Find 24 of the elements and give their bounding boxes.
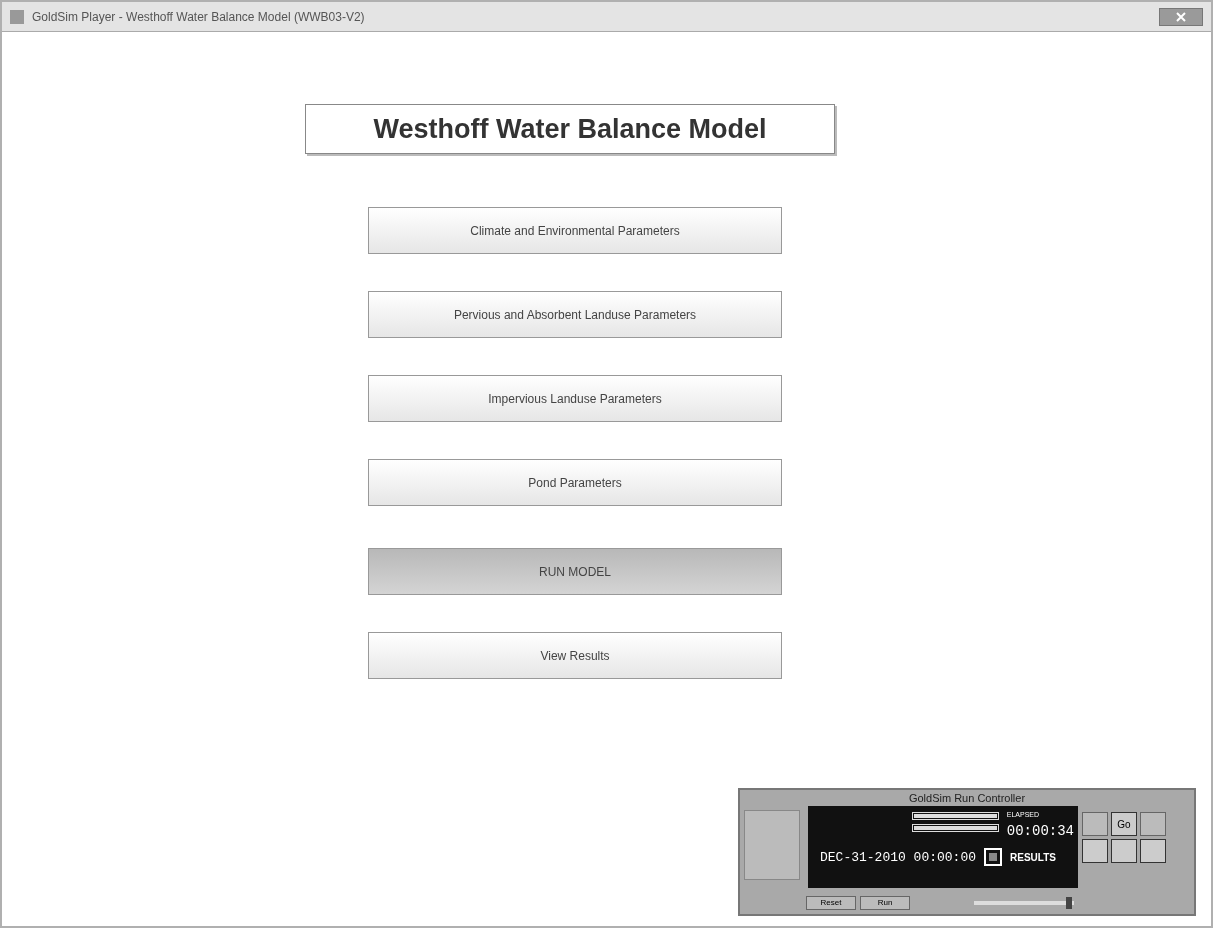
menu-button[interactable]: View Results (368, 632, 782, 679)
menu-button[interactable]: Pervious and Absorbent Landuse Parameters (368, 291, 782, 338)
status-text: RESULTS (1010, 850, 1056, 865)
speed-slider-thumb[interactable] (1066, 897, 1072, 909)
toolbar-button[interactable] (1082, 839, 1108, 863)
menu-button[interactable]: Pond Parameters (368, 459, 782, 506)
window-title: GoldSim Player - Westhoff Water Balance Model (WWB03-V2) (32, 8, 365, 26)
menu-button[interactable]: Impervious Landuse Parameters (368, 375, 782, 422)
stop-icon (984, 848, 1003, 867)
elapsed-time: 00:00:34 (1006, 821, 1074, 841)
app-icon (10, 9, 24, 24)
simulation-time: DEC-31-2010 00:00:00 (820, 848, 977, 867)
toolbar-button[interactable] (1140, 839, 1166, 863)
controller-button[interactable]: Run (860, 896, 910, 910)
heading: Westhoff Water Balance Model (305, 104, 835, 154)
toolbar-button[interactable] (1111, 839, 1137, 863)
logo-drawing (744, 810, 800, 880)
go-button[interactable]: Go (1111, 812, 1137, 836)
run-controller-title: GoldSim Run Controller (907, 791, 1027, 806)
close-icon (1176, 11, 1186, 22)
menu-button[interactable]: RUN MODEL (368, 548, 782, 595)
close-button[interactable] (1159, 7, 1203, 26)
menu-button[interactable]: Climate and Environmental Parameters (368, 207, 782, 254)
controller-button[interactable]: Reset (806, 896, 856, 910)
